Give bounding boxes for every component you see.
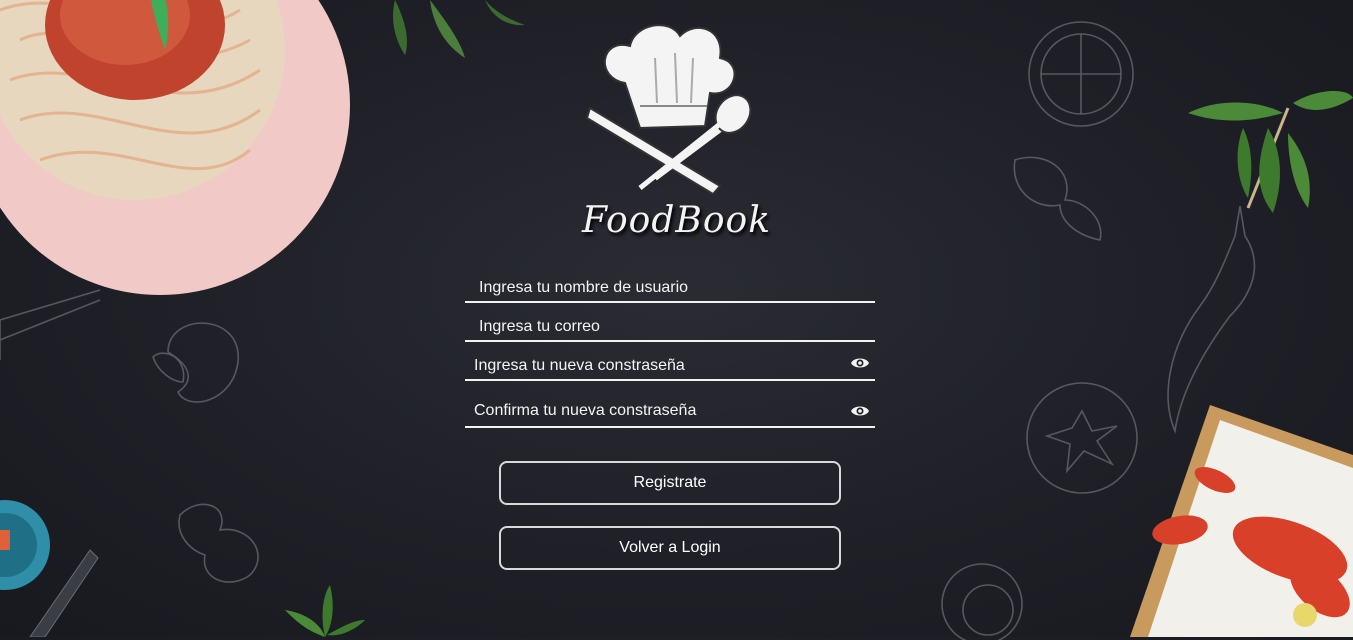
- registration-form: [465, 266, 875, 430]
- confirm-password-field-wrapper: [465, 387, 875, 428]
- leaves-top-illustration: [393, 0, 525, 58]
- email-input[interactable]: [465, 305, 875, 340]
- password-field-wrapper: [465, 344, 875, 381]
- back-to-login-button[interactable]: Volver a Login: [499, 526, 841, 570]
- onion-sketch: [941, 563, 1023, 640]
- lobster-plate-illustration: [1130, 405, 1353, 637]
- knife-sketch: [0, 289, 101, 360]
- username-input[interactable]: [465, 266, 875, 301]
- eye-icon[interactable]: [850, 404, 870, 418]
- tomato-sketch: [1026, 382, 1138, 494]
- tomato-slice-sketch: [1028, 21, 1134, 127]
- bowl-illustration: [0, 500, 99, 637]
- email-field-wrapper: [465, 305, 875, 342]
- register-button[interactable]: Registrate: [499, 461, 841, 505]
- mushroom-sketch-2: [178, 503, 259, 583]
- mushroom-sketch: [152, 322, 239, 403]
- username-field-wrapper: [465, 266, 875, 303]
- confirm-password-input[interactable]: [465, 387, 875, 426]
- password-input[interactable]: [465, 344, 875, 379]
- brand-title: FoodBook: [581, 200, 772, 241]
- leaves-bottom-illustration: [285, 585, 365, 637]
- eye-icon[interactable]: [850, 356, 870, 370]
- leaves-right-illustration: [1188, 91, 1353, 213]
- pasta-plate-illustration: [0, 0, 350, 295]
